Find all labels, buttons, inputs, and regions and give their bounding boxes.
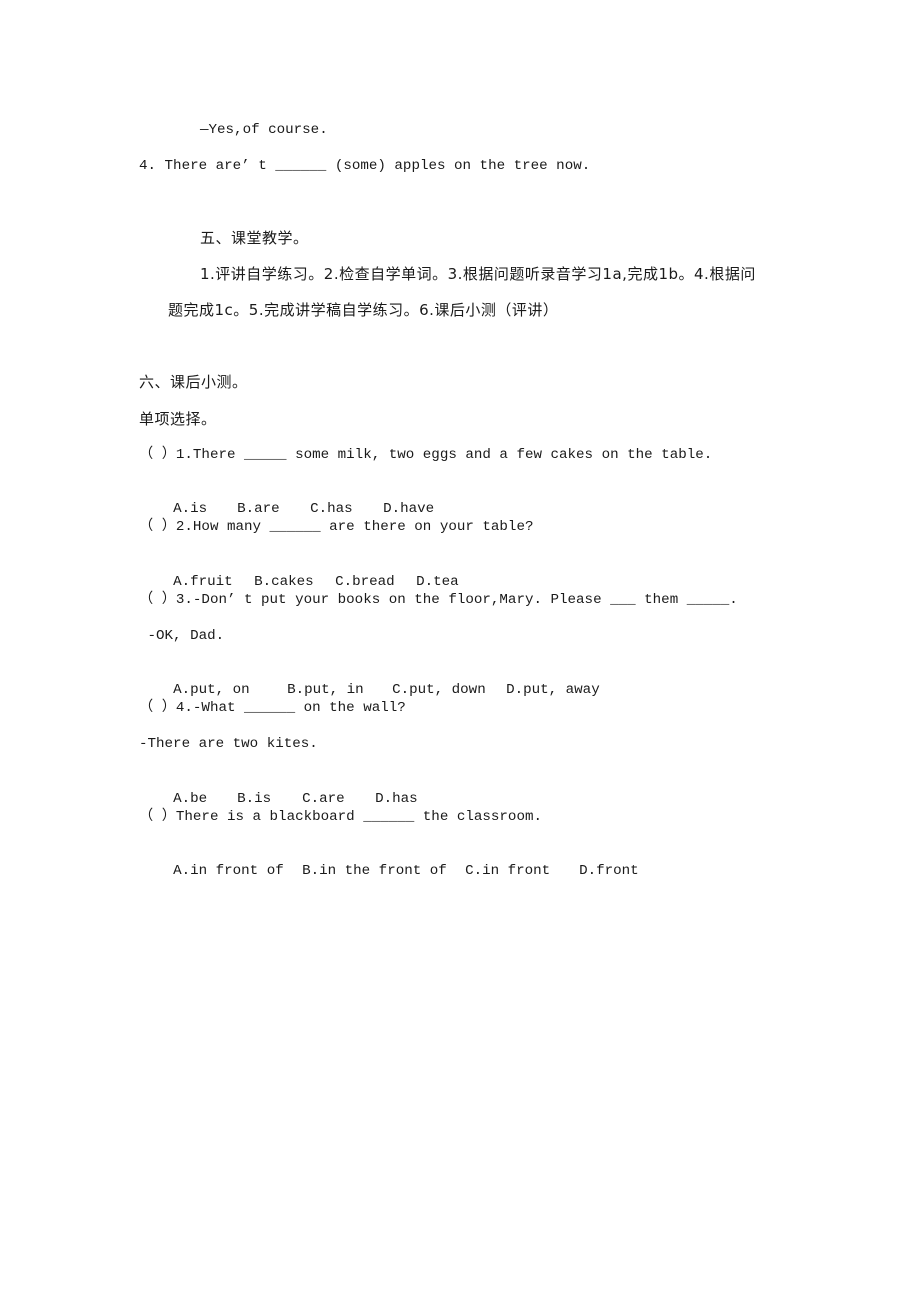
- option-d: D.have: [383, 501, 435, 517]
- section-5-heading: 五、课堂教学。: [200, 229, 309, 247]
- answer-line: —Yes,of course.: [200, 122, 328, 138]
- option-c: C.in front: [465, 863, 551, 879]
- option-a: A.is: [173, 501, 208, 517]
- option-a: A.put, on: [173, 682, 250, 698]
- question-4-stem: （ ）4.-What ______ on the wall?: [139, 700, 406, 716]
- option-b: B.in the front of: [302, 863, 447, 879]
- section-6-heading: 六、课后小测。: [139, 373, 248, 391]
- exercise-item-4: 4. There are’ t ______ (some) apples on …: [139, 158, 591, 174]
- option-b: B.is: [237, 791, 272, 807]
- option-c: C.bread: [335, 574, 395, 590]
- option-c: C.has: [310, 501, 353, 517]
- section-5-body-line-1: 1.评讲自学练习。2.检查自学单词。3.根据问题听录音学习1a,完成1b。4.根…: [200, 265, 756, 283]
- option-b: B.put, in: [287, 682, 364, 698]
- option-d: D.has: [375, 791, 418, 807]
- option-c: C.put, down: [392, 682, 486, 698]
- section-6-subheading: 单项选择。: [139, 410, 217, 428]
- option-a: A.be: [173, 791, 208, 807]
- option-b: B.cakes: [254, 574, 314, 590]
- section-5-body-line-2: 题完成1c。5.完成讲学稿自学练习。6.课后小测（评讲）: [168, 301, 559, 319]
- question-3-stem: （ ）3.-Don’ t put your books on the floor…: [139, 592, 738, 608]
- question-2-stem: （ ）2.How many ______ are there on your t…: [139, 519, 534, 535]
- question-4-reply: -There are two kites.: [139, 736, 318, 752]
- option-d: D.front: [579, 863, 639, 879]
- question-5-stem: （ ）There is a blackboard ______ the clas…: [139, 809, 542, 825]
- question-5-options: A.in front of B.in the front of C.in front…: [139, 844, 639, 898]
- option-c: C.are: [302, 791, 345, 807]
- question-1-stem: （ ）1.There _____ some milk, two eggs and…: [139, 447, 713, 463]
- option-a: A.in front of: [173, 863, 284, 879]
- option-d: D.tea: [416, 574, 459, 590]
- option-b: B.are: [237, 501, 280, 517]
- option-a: A.fruit: [173, 574, 233, 590]
- question-3-reply: -OK, Dad.: [139, 628, 225, 644]
- option-d: D.put, away: [506, 682, 600, 698]
